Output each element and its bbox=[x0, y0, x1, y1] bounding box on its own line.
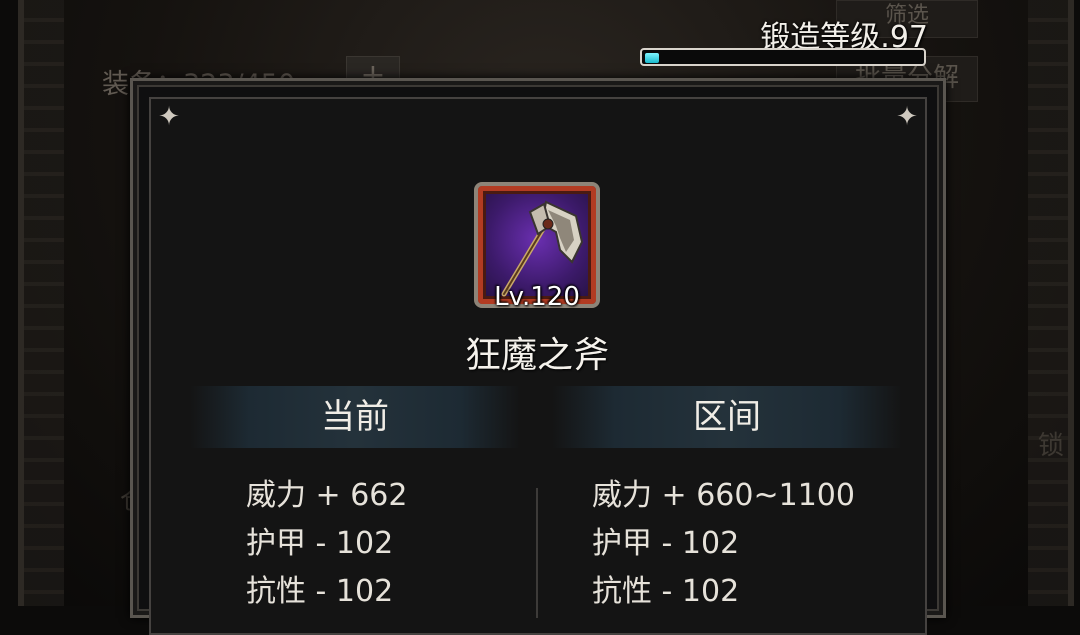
current-stat-power: 威力 + 662 bbox=[246, 478, 408, 513]
range-stat-armor: 护甲 - 102 bbox=[592, 526, 740, 561]
forge-progress-fill bbox=[645, 53, 659, 63]
current-stat-armor: 护甲 - 102 bbox=[246, 526, 394, 561]
background-right-label: 锁 bbox=[1038, 431, 1065, 461]
corner-star-icon: ✦ bbox=[158, 102, 180, 132]
current-stats-header: 当前 bbox=[190, 386, 520, 448]
item-level: Lv.120 bbox=[494, 282, 580, 312]
column-divider bbox=[536, 488, 538, 618]
item-name: 狂魔之斧 bbox=[464, 335, 609, 376]
forge-progress-bar bbox=[640, 48, 926, 66]
range-stat-power: 威力 + 660~1100 bbox=[592, 478, 855, 513]
corner-star-icon: ✦ bbox=[896, 102, 918, 132]
range-stats-header: 区间 bbox=[552, 386, 902, 448]
current-stat-resist: 抗性 - 102 bbox=[246, 574, 394, 609]
range-stat-resist: 抗性 - 102 bbox=[592, 574, 740, 609]
